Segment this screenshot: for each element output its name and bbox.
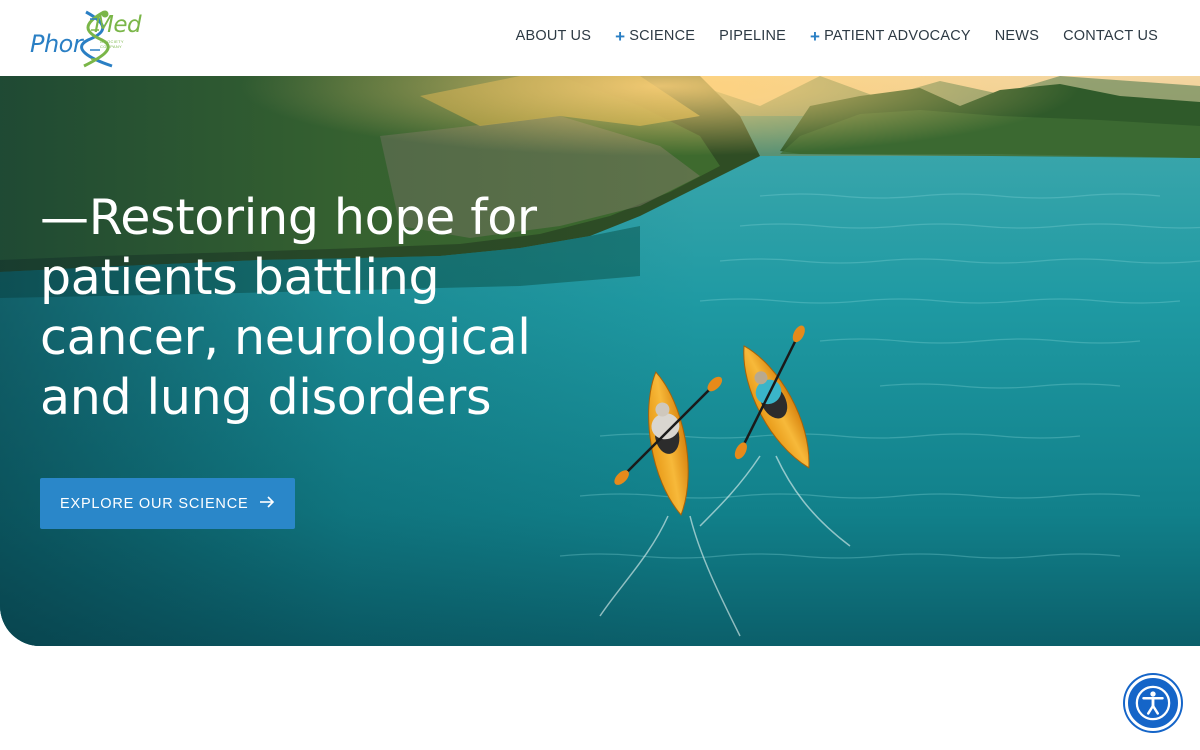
site-logo[interactable]: Phor Med A SOCIETY COMPANY [28, 8, 146, 68]
hero-banner: —Restoring hope for patients battling ca… [0, 76, 1200, 646]
nav-label: PIPELINE [719, 28, 786, 44]
nav-pipeline[interactable]: PIPELINE [719, 26, 786, 46]
logo-text-med: Med [94, 12, 142, 38]
nav-label: SCIENCE [629, 28, 696, 44]
nav-label: CONTACT US [1063, 28, 1158, 44]
accessibility-button[interactable] [1125, 675, 1181, 731]
nav-contact-us[interactable]: CONTACT US [1063, 26, 1158, 46]
nav-label: NEWS [994, 28, 1040, 44]
accessibility-icon [1135, 685, 1171, 721]
site-header: Phor Med A SOCIETY COMPANY ABOUT US + SC… [0, 0, 1200, 76]
explore-science-button[interactable]: EXPLORE OUR SCIENCE [40, 478, 295, 529]
logo-tagline: A SOCIETY COMPANY [100, 39, 124, 49]
plus-icon[interactable]: + [810, 28, 820, 45]
nav-label: ABOUT US [515, 28, 592, 44]
nav-news[interactable]: NEWS [995, 26, 1039, 46]
arrow-right-icon [260, 496, 275, 508]
nav-about-us[interactable]: ABOUT US [516, 26, 591, 46]
nav-patient-advocacy[interactable]: + PATIENT ADVOCACY [810, 26, 971, 46]
logo-text-phor: Phor [30, 30, 83, 58]
nav-science[interactable]: + SCIENCE [615, 26, 695, 46]
main-nav: ABOUT US + SCIENCE PIPELINE + PATIENT AD… [492, 26, 1158, 46]
hero-headline: —Restoring hope for patients battling ca… [40, 189, 537, 426]
nav-label: PATIENT ADVOCACY [824, 28, 971, 44]
plus-icon[interactable]: + [615, 28, 625, 45]
cta-label: EXPLORE OUR SCIENCE [60, 495, 249, 512]
